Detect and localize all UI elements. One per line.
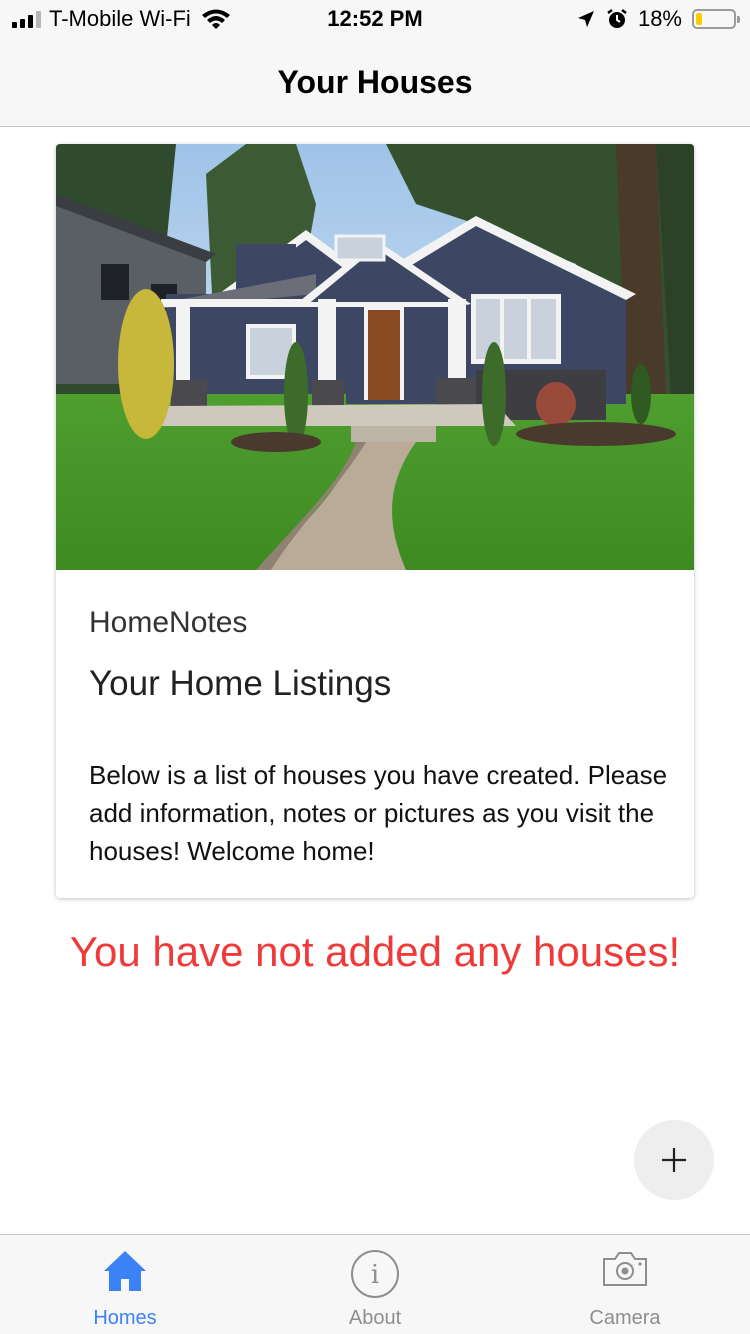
camera-icon [601, 1249, 649, 1294]
home-icon [102, 1249, 148, 1298]
page-title: Your Houses [277, 64, 473, 100]
card-subtitle: HomeNotes [89, 606, 248, 639]
tab-homes[interactable]: Homes [0, 1235, 250, 1334]
info-icon: i [350, 1249, 400, 1304]
tab-camera-label: Camera [589, 1307, 661, 1329]
battery-icon [692, 9, 740, 29]
status-bar: T-Mobile Wi-Fi 12:52 PM 18% [0, 0, 750, 40]
tab-homes-label: Homes [93, 1307, 157, 1329]
app-screen: T-Mobile Wi-Fi 12:52 PM 18% Your Houses … [0, 0, 750, 1334]
plus-icon [662, 1148, 686, 1172]
tab-about-label: About [348, 1307, 402, 1329]
location-arrow-icon [577, 11, 594, 27]
tab-about[interactable]: i About [250, 1235, 500, 1334]
empty-state-message: You have not added any houses! [69, 928, 681, 975]
battery-percent: 18% [637, 6, 682, 31]
intro-card: HomeNotes Your Home Listings Below is a … [56, 144, 694, 898]
navigation-bar: Your Houses [0, 40, 750, 127]
card-description: Below is a list of houses you have creat… [89, 760, 668, 866]
battery-level [696, 13, 703, 25]
card-title: Your Home Listings [89, 664, 392, 703]
tab-camera[interactable]: Camera [500, 1235, 750, 1334]
tab-bar: Homes i About Camera [0, 1234, 750, 1334]
alarm-icon [607, 9, 627, 28]
svg-text:i: i [371, 1260, 379, 1290]
status-bar-right: 18% [576, 6, 740, 32]
house-photo [56, 144, 694, 570]
add-house-button[interactable] [634, 1120, 714, 1200]
